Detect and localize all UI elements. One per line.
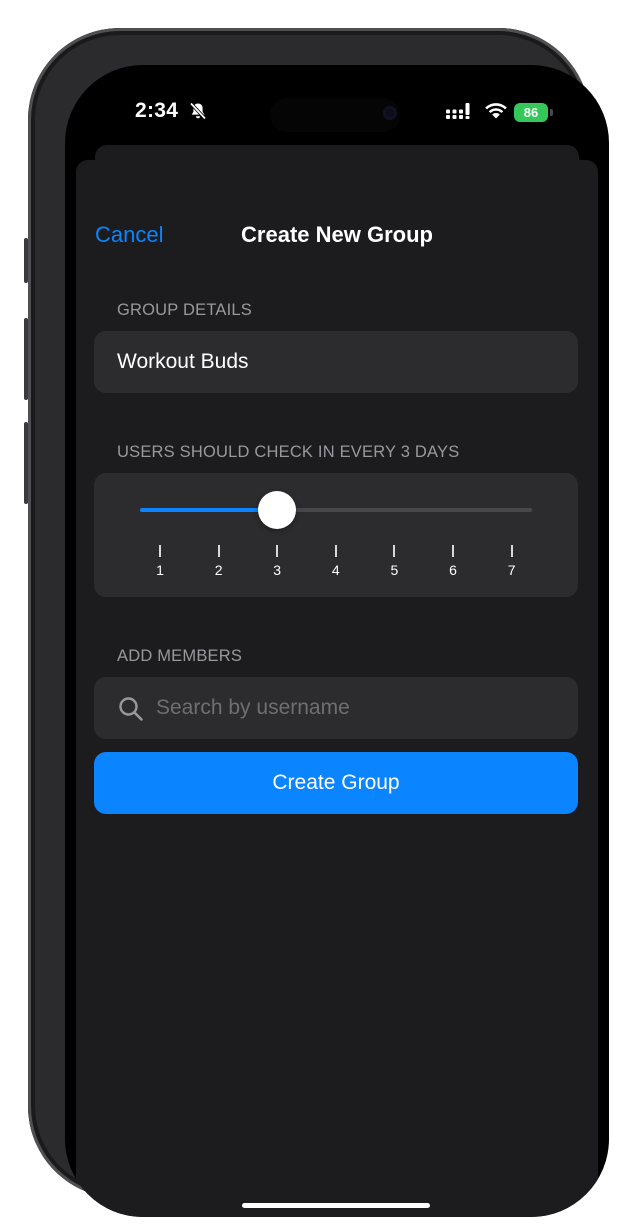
slider-tick [452, 545, 454, 557]
member-search-input[interactable] [156, 677, 556, 739]
slider-thumb[interactable] [258, 491, 297, 529]
home-indicator [242, 1203, 430, 1208]
volume-up-button [24, 318, 28, 400]
slider-tick [276, 545, 279, 557]
wifi-icon [485, 103, 507, 119]
slider-tick-label: 2 [214, 562, 223, 578]
check-in-header: USERS SHOULD CHECK IN EVERY 3 DAYS [117, 443, 460, 461]
slider-tick [159, 545, 161, 557]
volume-down-button [24, 422, 28, 504]
battery-cap [550, 109, 553, 116]
action-button [24, 238, 28, 283]
slider-tick [334, 545, 337, 557]
search-icon [119, 697, 143, 721]
create-group-sheet: Cancel Create New Group GROUP DETAILS US… [76, 160, 598, 1217]
slider-tick-label: 6 [449, 562, 457, 578]
slider-tick-label: 5 [390, 562, 399, 578]
screen: 2:34 86 Cancel Create New Group GROUP DE… [65, 65, 609, 1217]
slider-tick-label: 1 [156, 562, 164, 578]
slider-fill [140, 508, 278, 512]
member-search-cell [94, 677, 578, 739]
battery-level: 86 [523, 105, 539, 120]
create-group-button[interactable]: Create Group [94, 752, 578, 814]
phone-frame: 2:34 86 Cancel Create New Group GROUP DE… [24, 28, 609, 1217]
status-bar: 2:34 86 [65, 65, 609, 155]
bell-slash-icon [189, 102, 207, 120]
group-name-field[interactable] [117, 331, 557, 393]
status-time: 2:34 [135, 99, 179, 122]
battery-icon: 86 [514, 103, 548, 122]
add-members-header: ADD MEMBERS [117, 647, 243, 665]
page-title: Create New Group [241, 222, 433, 247]
front-camera [383, 106, 397, 120]
check-in-slider-cell: 1 2 3 4 5 6 7 [94, 473, 578, 597]
slider-tick-label: 4 [331, 562, 340, 578]
slider-tick [393, 545, 396, 557]
slider-tick [510, 545, 513, 557]
slider-tick-label: 3 [273, 562, 282, 578]
dynamic-island [270, 98, 400, 132]
slider-tick-label: 7 [507, 562, 516, 578]
group-details-header: GROUP DETAILS [117, 301, 252, 319]
slider-tick [217, 545, 220, 557]
group-name-cell [94, 331, 578, 393]
signal-icon [446, 103, 470, 119]
